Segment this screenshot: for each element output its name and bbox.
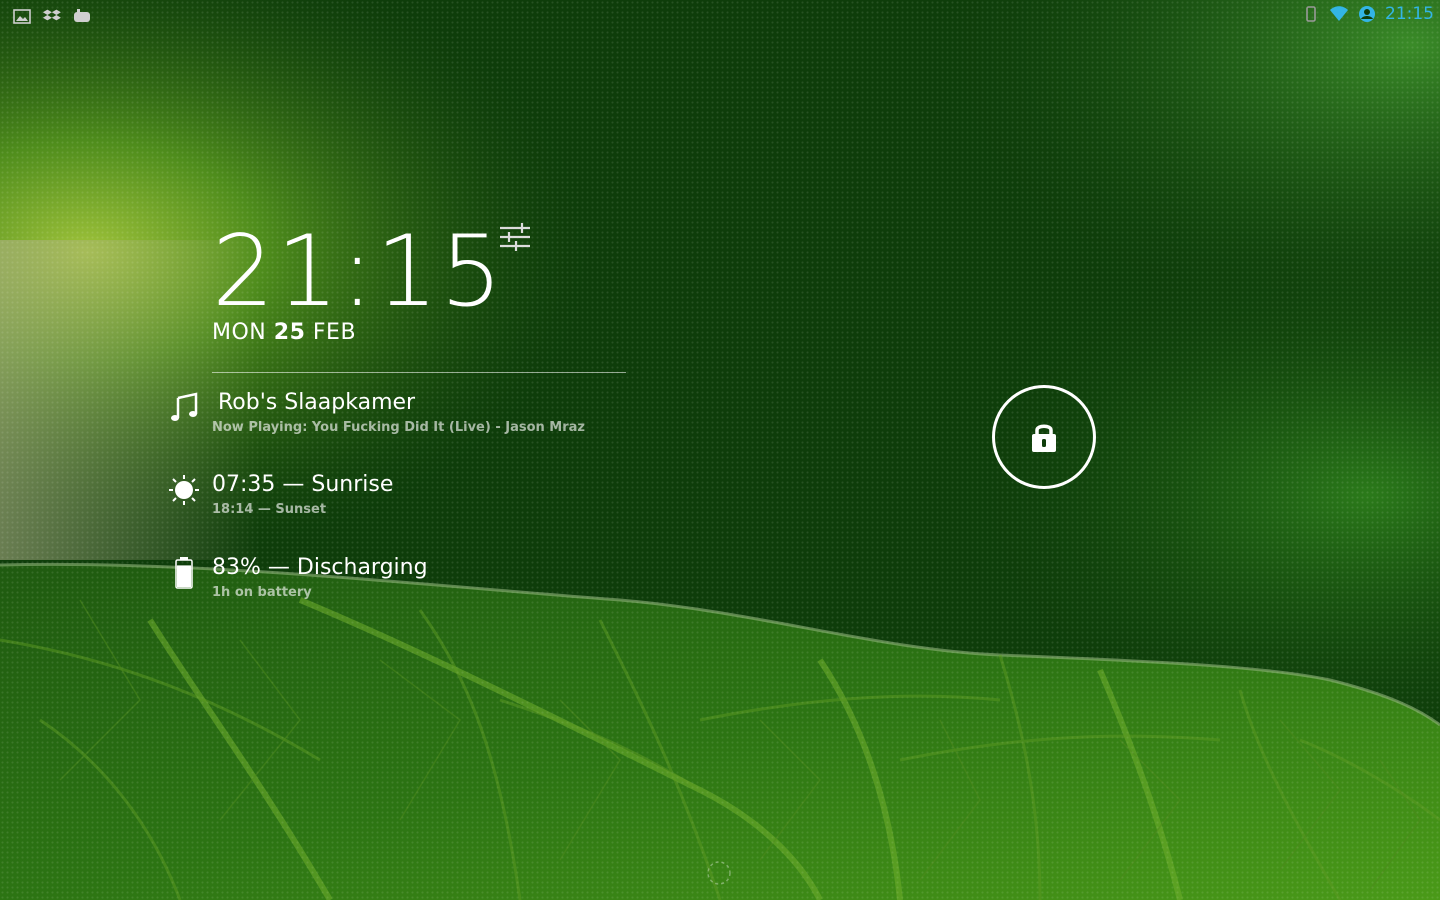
sun-icon <box>169 475 199 505</box>
music-title: Rob's Slaapkamer <box>218 390 416 415</box>
sunrise-title: 07:35 — Sunrise <box>212 472 394 497</box>
settings-sliders-icon[interactable] <box>498 222 532 252</box>
clock-weekday: MON <box>212 320 267 345</box>
clock-month: FEB <box>312 320 357 345</box>
clock-divider <box>212 372 626 373</box>
lock-icon <box>1032 424 1056 452</box>
notification-icons <box>12 6 92 26</box>
clock-widget[interactable]: 21:15 MON 25 FEB <box>212 222 632 345</box>
clock-time: 21:15 <box>212 215 505 329</box>
clock-day: 25 <box>273 320 306 345</box>
status-bar-time: 21:15 <box>1385 4 1434 24</box>
dropbox-icon <box>42 9 61 21</box>
unlock-handle[interactable] <box>992 385 1096 489</box>
sunset-subtitle: 18:14 — Sunset <box>212 502 327 517</box>
system-icons: 21:15 <box>1301 4 1434 24</box>
battery-title: 83% — Discharging <box>212 555 428 580</box>
wifi-icon <box>1330 6 1348 21</box>
widget-pager-icon[interactable] <box>704 858 734 888</box>
vibrate-icon <box>1306 6 1316 22</box>
notification-icon <box>74 9 90 22</box>
music-note-icon <box>171 392 198 421</box>
battery-subtitle: 1h on battery <box>212 585 312 600</box>
status-bar: 21:15 <box>0 0 1440 32</box>
account-icon <box>1359 6 1375 22</box>
battery-icon <box>175 557 193 589</box>
music-subtitle: Now Playing: You Fucking Did It (Live) -… <box>212 420 585 435</box>
gallery-icon <box>13 9 31 24</box>
wallpaper <box>0 0 1440 900</box>
